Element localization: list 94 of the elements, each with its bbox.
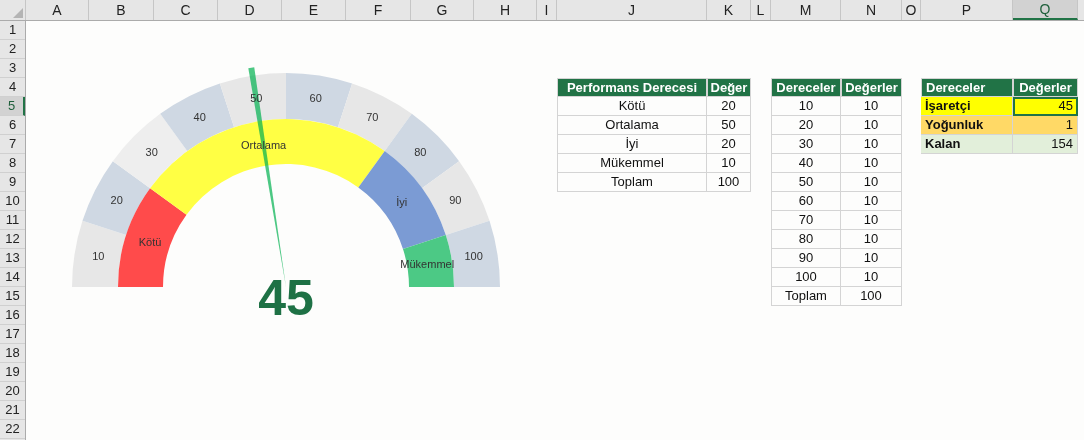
column-header[interactable]: B: [89, 0, 154, 20]
row-header[interactable]: 7: [0, 135, 25, 154]
table-cell: 10: [841, 154, 902, 173]
table-cell: 1: [1013, 116, 1078, 135]
row-header[interactable]: 2: [0, 40, 25, 59]
table-cell: İyi: [557, 135, 707, 154]
table-cell: Toplam: [771, 287, 841, 306]
table-header: Değer: [707, 78, 751, 97]
table-cell: 50: [771, 173, 841, 192]
row-header[interactable]: 14: [0, 268, 25, 287]
table-header: Dereceler: [771, 78, 841, 97]
column-header[interactable]: D: [218, 0, 282, 20]
column-header[interactable]: E: [282, 0, 346, 20]
column-header[interactable]: H: [474, 0, 537, 20]
table-cell: 40: [771, 154, 841, 173]
table-cell: 80: [771, 230, 841, 249]
column-header[interactable]: F: [346, 0, 411, 20]
scale-label: 80: [414, 145, 427, 158]
column-header[interactable]: Q: [1013, 0, 1078, 20]
row-header[interactable]: 19: [0, 363, 25, 382]
scale-label: 30: [145, 145, 158, 158]
select-all-icon[interactable]: [13, 8, 23, 18]
column-header[interactable]: C: [154, 0, 218, 20]
column-header[interactable]: O: [902, 0, 921, 20]
table-cell: 90: [771, 249, 841, 268]
table-cell: Kötü: [557, 97, 707, 116]
row-header[interactable]: 12: [0, 230, 25, 249]
scale-label: 10: [92, 250, 105, 263]
scale-label: 60: [309, 92, 322, 105]
row-header[interactable]: 21: [0, 401, 25, 420]
table-cell: 100: [771, 268, 841, 287]
column-header[interactable]: K: [707, 0, 751, 20]
table-cell: 10: [841, 268, 902, 287]
table-cell: 70: [771, 211, 841, 230]
row-header[interactable]: 18: [0, 344, 25, 363]
table-cell: 10: [841, 97, 902, 116]
band-label: Kötü: [138, 235, 162, 248]
table-header: Değerler: [1013, 78, 1078, 97]
scale-label: 70: [366, 110, 379, 123]
table-cell: İşaretçi: [921, 97, 1013, 116]
row-header[interactable]: 17: [0, 325, 25, 344]
table-cell: 20: [707, 97, 751, 116]
table-cell: Yoğunluk: [921, 116, 1013, 135]
row-header[interactable]: 15: [0, 287, 25, 306]
table-cell: Mükemmel: [557, 154, 707, 173]
table-cell: 10: [841, 135, 902, 154]
column-header[interactable]: L: [751, 0, 771, 20]
scale-label: 20: [110, 193, 123, 206]
column-header[interactable]: G: [411, 0, 474, 20]
table-cell: 10: [707, 154, 751, 173]
table-cell: 10: [841, 230, 902, 249]
row-header[interactable]: 11: [0, 211, 25, 230]
table-cell: 60: [771, 192, 841, 211]
row-header[interactable]: 9: [0, 173, 25, 192]
table-cell: Kalan: [921, 135, 1013, 154]
row-header[interactable]: 22: [0, 420, 25, 439]
row-header[interactable]: 8: [0, 154, 25, 173]
table-cell: 154: [1013, 135, 1078, 154]
row-header[interactable]: 3: [0, 59, 25, 78]
column-header[interactable]: N: [841, 0, 902, 20]
table-cell: 10: [841, 192, 902, 211]
column-header[interactable]: J: [557, 0, 707, 20]
row-header[interactable]: 6: [0, 116, 25, 135]
active-cell: 45: [1013, 97, 1078, 116]
band-label: İyi: [396, 195, 408, 208]
table-header: Performans Derecesi: [557, 78, 707, 97]
table-cell: 10: [841, 116, 902, 135]
table-cell: 100: [841, 287, 902, 306]
table-cell: 20: [707, 135, 751, 154]
table-cell: 10: [841, 173, 902, 192]
row-header[interactable]: 16: [0, 306, 25, 325]
table-cell: 100: [707, 173, 751, 192]
table-header: Değerler: [841, 78, 902, 97]
table-cell: Ortalama: [557, 116, 707, 135]
row-header[interactable]: 5: [0, 97, 25, 116]
column-header[interactable]: M: [771, 0, 841, 20]
gauge-value: 45: [258, 270, 314, 327]
table-cell: 10: [841, 249, 902, 268]
column-header[interactable]: A: [26, 0, 89, 20]
table-header: Dereceler: [921, 78, 1013, 97]
table-cell: 50: [707, 116, 751, 135]
row-header[interactable]: 10: [0, 192, 25, 211]
scale-label: 90: [449, 193, 462, 206]
row-header[interactable]: 1: [0, 21, 25, 40]
scale-label: 40: [193, 110, 206, 123]
row-header[interactable]: 13: [0, 249, 25, 268]
row-header[interactable]: 20: [0, 382, 25, 401]
table-cell: 10: [771, 97, 841, 116]
table-cell: 20: [771, 116, 841, 135]
table-cell: 30: [771, 135, 841, 154]
column-header[interactable]: I: [537, 0, 557, 20]
table-cell: 10: [841, 211, 902, 230]
scale-label: 100: [464, 250, 483, 263]
table-cell: Toplam: [557, 173, 707, 192]
